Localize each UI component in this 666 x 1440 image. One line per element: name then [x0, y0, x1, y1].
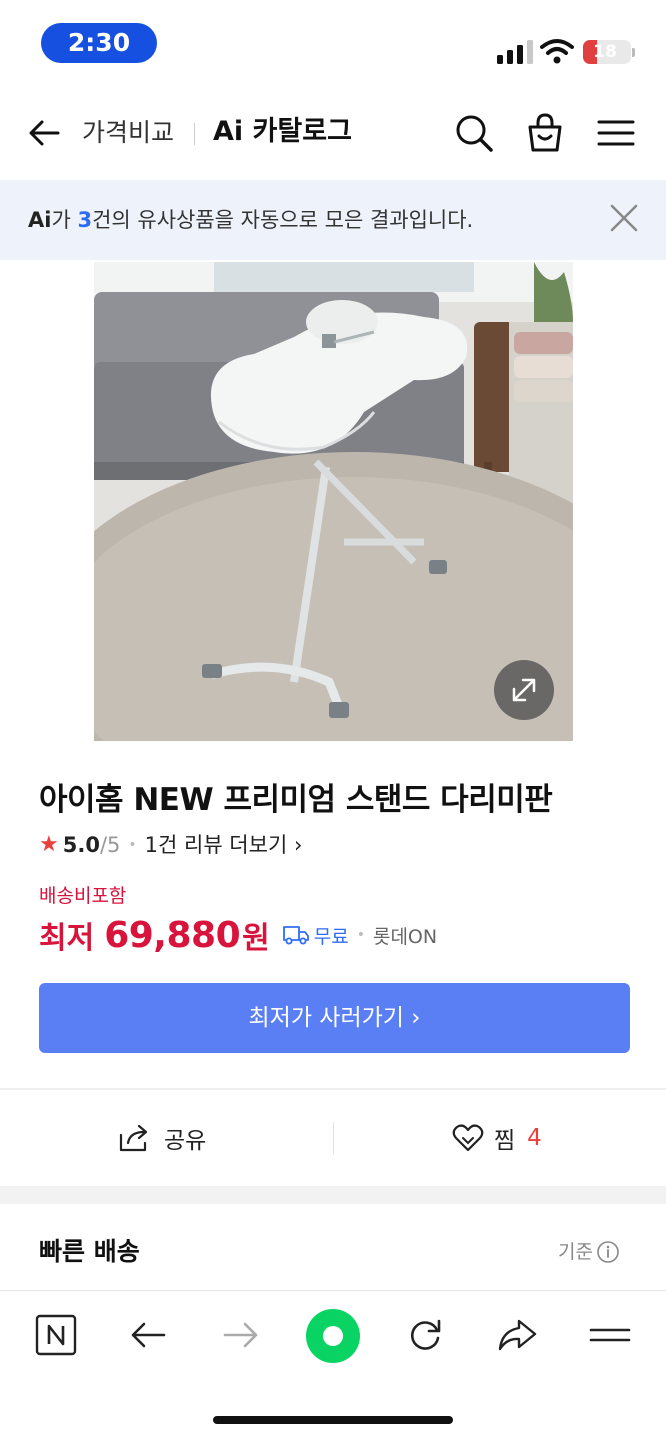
battery-icon: 18	[583, 40, 631, 64]
separator-dot: •	[128, 837, 137, 853]
home-indicator	[213, 1416, 453, 1424]
review-more-link[interactable]: 1건 리뷰 더보기 ›	[145, 830, 303, 860]
section-title: 빠른 배송	[39, 1237, 140, 1266]
shipping-value: 무료	[313, 925, 349, 948]
lowest-price-label: 최저	[39, 921, 95, 956]
info-icon	[597, 1241, 619, 1263]
browser-share-icon[interactable]	[495, 1313, 539, 1357]
share-icon	[119, 1124, 148, 1152]
star-icon: ★	[39, 832, 59, 857]
share-label: 공유	[164, 1128, 207, 1154]
battery-level: 18	[593, 42, 617, 62]
truck-icon	[282, 926, 309, 945]
browser-menu-icon[interactable]	[588, 1313, 632, 1357]
menu-icon[interactable]	[594, 111, 638, 155]
wifi-icon	[540, 39, 574, 64]
naver-home-button[interactable]	[306, 1309, 360, 1363]
cellular-signal-icon	[497, 40, 533, 64]
naver-n-icon[interactable]	[34, 1313, 78, 1357]
price-unit: 원	[242, 921, 270, 956]
action-divider	[333, 1122, 334, 1154]
share-button[interactable]: 공유	[118, 1120, 206, 1156]
basis-label: 기준	[558, 1241, 593, 1263]
home-dot-icon	[323, 1326, 343, 1346]
rating-row: ★ 5.0 /5 • 1건 리뷰 더보기 ›	[39, 830, 302, 860]
ai-notice-prefix: 가	[51, 208, 78, 232]
battery-nub	[632, 48, 635, 57]
browser-forward-icon[interactable]	[219, 1313, 263, 1357]
ai-logo: Ai	[28, 208, 52, 232]
image-expand-button[interactable]	[494, 660, 554, 720]
expand-icon	[512, 678, 536, 702]
action-bar: 공유 찜 4	[0, 1090, 666, 1186]
delivery-included-label: 배송비포함	[39, 885, 127, 907]
search-icon[interactable]	[452, 111, 496, 155]
ai-notice-banner: Ai가 3건의 유사상품을 자동으로 모은 결과입니다.	[0, 180, 666, 260]
lowest-price-value: 69,880	[104, 914, 241, 956]
section-gap	[0, 1186, 666, 1204]
ai-notice-text: Ai가 3건의 유사상품을 자동으로 모은 결과입니다.	[28, 202, 473, 238]
mall-name[interactable]: 롯데ON	[373, 922, 437, 949]
ai-notice-suffix: 건의 유사상품을 자동으로 모은 결과입니다.	[92, 208, 474, 232]
free-shipping: 무료	[282, 922, 349, 949]
rating-max: /5	[99, 833, 121, 857]
status-time: 2:30	[41, 23, 157, 63]
app-header: 가격비교 Ai 카탈로그	[0, 95, 666, 175]
close-icon[interactable]	[606, 200, 642, 236]
fast-shipping-section: 빠른 배송 기준	[0, 1204, 666, 1290]
ai-notice-count: 3	[77, 208, 93, 232]
basis-info-button[interactable]: 기준	[558, 1238, 620, 1266]
browser-back-icon[interactable]	[126, 1313, 170, 1357]
product-title: 아이홈 NEW 프리미엄 스탠드 다리미판	[39, 782, 553, 818]
breadcrumb-divider	[194, 123, 195, 145]
separator-dot: •	[356, 927, 365, 943]
like-count: 4	[527, 1125, 542, 1151]
back-arrow-icon[interactable]	[24, 113, 64, 153]
price-row: 최저 69,880 원 무료 • 롯데ON	[39, 912, 437, 958]
like-button[interactable]: 찜 4	[452, 1120, 542, 1156]
heart-icon	[452, 1124, 484, 1152]
status-bar: 2:30 18	[0, 0, 666, 90]
browser-toolbar	[0, 1290, 666, 1440]
rating-value: 5.0	[62, 833, 100, 857]
refresh-icon[interactable]	[403, 1313, 447, 1357]
breadcrumb-price-compare[interactable]: 가격비교	[82, 115, 174, 151]
shopping-bag-icon[interactable]	[523, 111, 567, 155]
buy-lowest-price-button[interactable]: 최저가 사러가기 ›	[39, 983, 630, 1053]
page-title: Ai 카탈로그	[213, 116, 352, 147]
like-label: 찜	[494, 1128, 516, 1154]
